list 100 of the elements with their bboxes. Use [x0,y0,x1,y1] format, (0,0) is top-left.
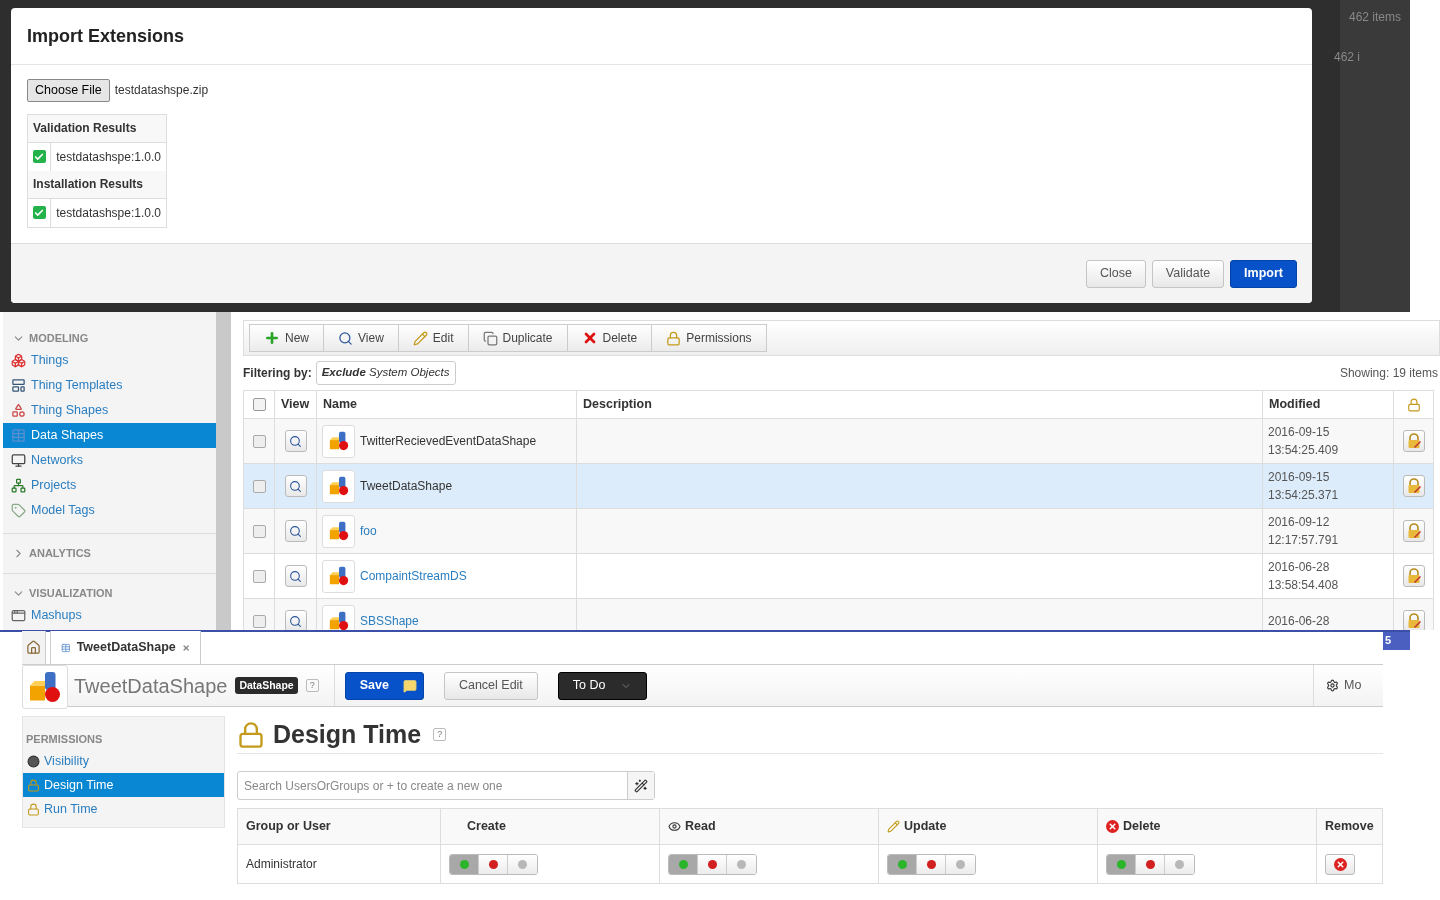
modified-date: 2016-06-28 [1268,559,1331,576]
count-badge: 5 [1383,632,1410,650]
modified-date: 2016-09-15 [1268,424,1331,441]
toolbar-button[interactable]: Delete [566,324,653,352]
blocks-icon [11,353,26,368]
table-row[interactable]: TweetDataShape 2016-09-15 13:54:25.371 [244,464,1433,509]
permission-option[interactable] [698,854,727,874]
search-icon [338,330,353,346]
table-icon [11,428,26,443]
modified-date: 2016-09-15 [1268,469,1331,486]
column-header: Modified [1269,396,1321,414]
permissions-button[interactable] [1402,520,1425,542]
settings-icon[interactable] [1326,679,1339,692]
plus-icon [264,330,280,346]
row-checkbox[interactable] [252,524,266,538]
permission-option[interactable] [1136,854,1165,874]
permissions-button[interactable] [1402,610,1425,630]
action-button[interactable]: To Do [557,671,647,700]
datashape-icon [327,610,350,630]
entity-name[interactable]: CompaintStreamDS [360,567,467,585]
view-button[interactable] [284,565,307,587]
delete-icon [1106,820,1119,833]
column-header: Delete [1123,818,1161,836]
permission-nav-item[interactable]: Design Time [23,773,224,797]
sidebar-item[interactable]: Data Shapes [3,423,216,448]
dialog-button[interactable]: Import [1230,259,1297,288]
row-checkbox[interactable] [252,434,266,448]
datashape-icon [27,669,63,705]
remove-button[interactable] [1325,853,1355,875]
sidebar-item[interactable]: Thing Shapes [3,398,216,423]
dialog-button[interactable]: Close [1085,259,1146,288]
item-count: 462 i [1334,49,1361,66]
sidebar-item[interactable]: Things [3,348,216,373]
row-checkbox[interactable] [252,569,266,583]
home-button[interactable] [22,631,46,664]
editor-tab[interactable]: TweetDataShape [50,631,201,664]
table-row[interactable]: SBSShape 2016-06-28 [244,599,1433,630]
row-checkbox[interactable] [252,479,266,493]
search-icon [289,434,302,448]
sidebar-item[interactable]: Mashups [3,603,216,628]
column-header: Description [583,396,652,414]
search-icon [289,479,302,493]
dialog-title: Import Extensions [27,24,185,48]
sidebar-item[interactable]: Model Tags [3,498,216,523]
filter-label: Filtering by: [243,365,312,382]
view-button[interactable] [284,520,307,542]
row-checkbox[interactable] [252,614,266,628]
sidebar-item[interactable]: Thing Templates [3,373,216,398]
entity-name[interactable]: foo [360,522,377,540]
toolbar-button[interactable]: Permissions [651,324,767,352]
permission-option[interactable] [917,854,946,874]
toolbar-button[interactable]: View [323,324,399,352]
search-icon [289,524,302,538]
entity-name: TwitterRecievedEventDataShape [360,433,537,450]
permission-nav-item[interactable]: Run Time [23,797,224,821]
window-icon [11,608,26,623]
datashape-icon [327,565,350,587]
view-button[interactable] [284,475,307,497]
choose-file-button[interactable]: Choose File [27,79,110,102]
view-button[interactable] [284,610,307,630]
toolbar-button[interactable]: New [249,324,324,352]
permissions-button[interactable] [1402,565,1425,587]
table-row[interactable]: foo 2016-09-12 12:17:57.791 [244,509,1433,554]
permissions-button[interactable] [1402,475,1425,497]
help-button[interactable]: ? [305,679,319,692]
user-name: Administrator [246,856,317,873]
sidebar-item[interactable]: Networks [3,448,216,473]
template-icon [11,378,26,393]
wand-icon [634,778,648,793]
toolbar-button[interactable]: Edit [397,324,469,352]
permissions-button[interactable] [1402,430,1425,452]
entity-name[interactable]: SBSShape [360,612,419,630]
select-all-checkbox[interactable] [252,398,266,411]
help-button[interactable]: ? [433,728,447,741]
wand-button[interactable] [627,772,654,799]
scrollbar[interactable] [216,312,231,630]
sidebar-item[interactable]: Projects [3,473,216,498]
permission-nav-item[interactable]: Visibility [23,749,224,773]
monitor-icon [11,453,26,468]
action-button[interactable]: Cancel Edit [443,671,538,700]
column-header: View [281,396,310,414]
column-header: Group or User [246,818,331,836]
more-label[interactable]: Mo [1344,676,1362,695]
tag-icon [11,503,26,518]
section-title: PERMISSIONS [26,731,103,747]
lock-icon [27,778,40,792]
results-heading: Installation Results [33,176,144,194]
toolbar-button[interactable]: Duplicate [467,324,568,352]
modified-time: 13:54:25.371 [1268,487,1340,504]
delete-icon [1333,857,1347,871]
lock-icon [1406,397,1421,412]
section-title: VISUALIZATION [29,585,113,601]
action-button[interactable]: Save [344,671,424,700]
view-button[interactable] [284,430,307,452]
table-row[interactable]: TwitterRecievedEventDataShape 2016-09-15 13:54:25.409 [244,419,1433,464]
dialog-button[interactable]: Validate [1151,259,1225,288]
tab-label: TweetDataShape [76,639,176,657]
permission-option[interactable] [479,854,508,874]
table-row[interactable]: CompaintStreamDS 2016-06-28 13:58:54.408 [244,554,1433,599]
filter-chip[interactable]: Exclude System Objects [315,361,456,385]
